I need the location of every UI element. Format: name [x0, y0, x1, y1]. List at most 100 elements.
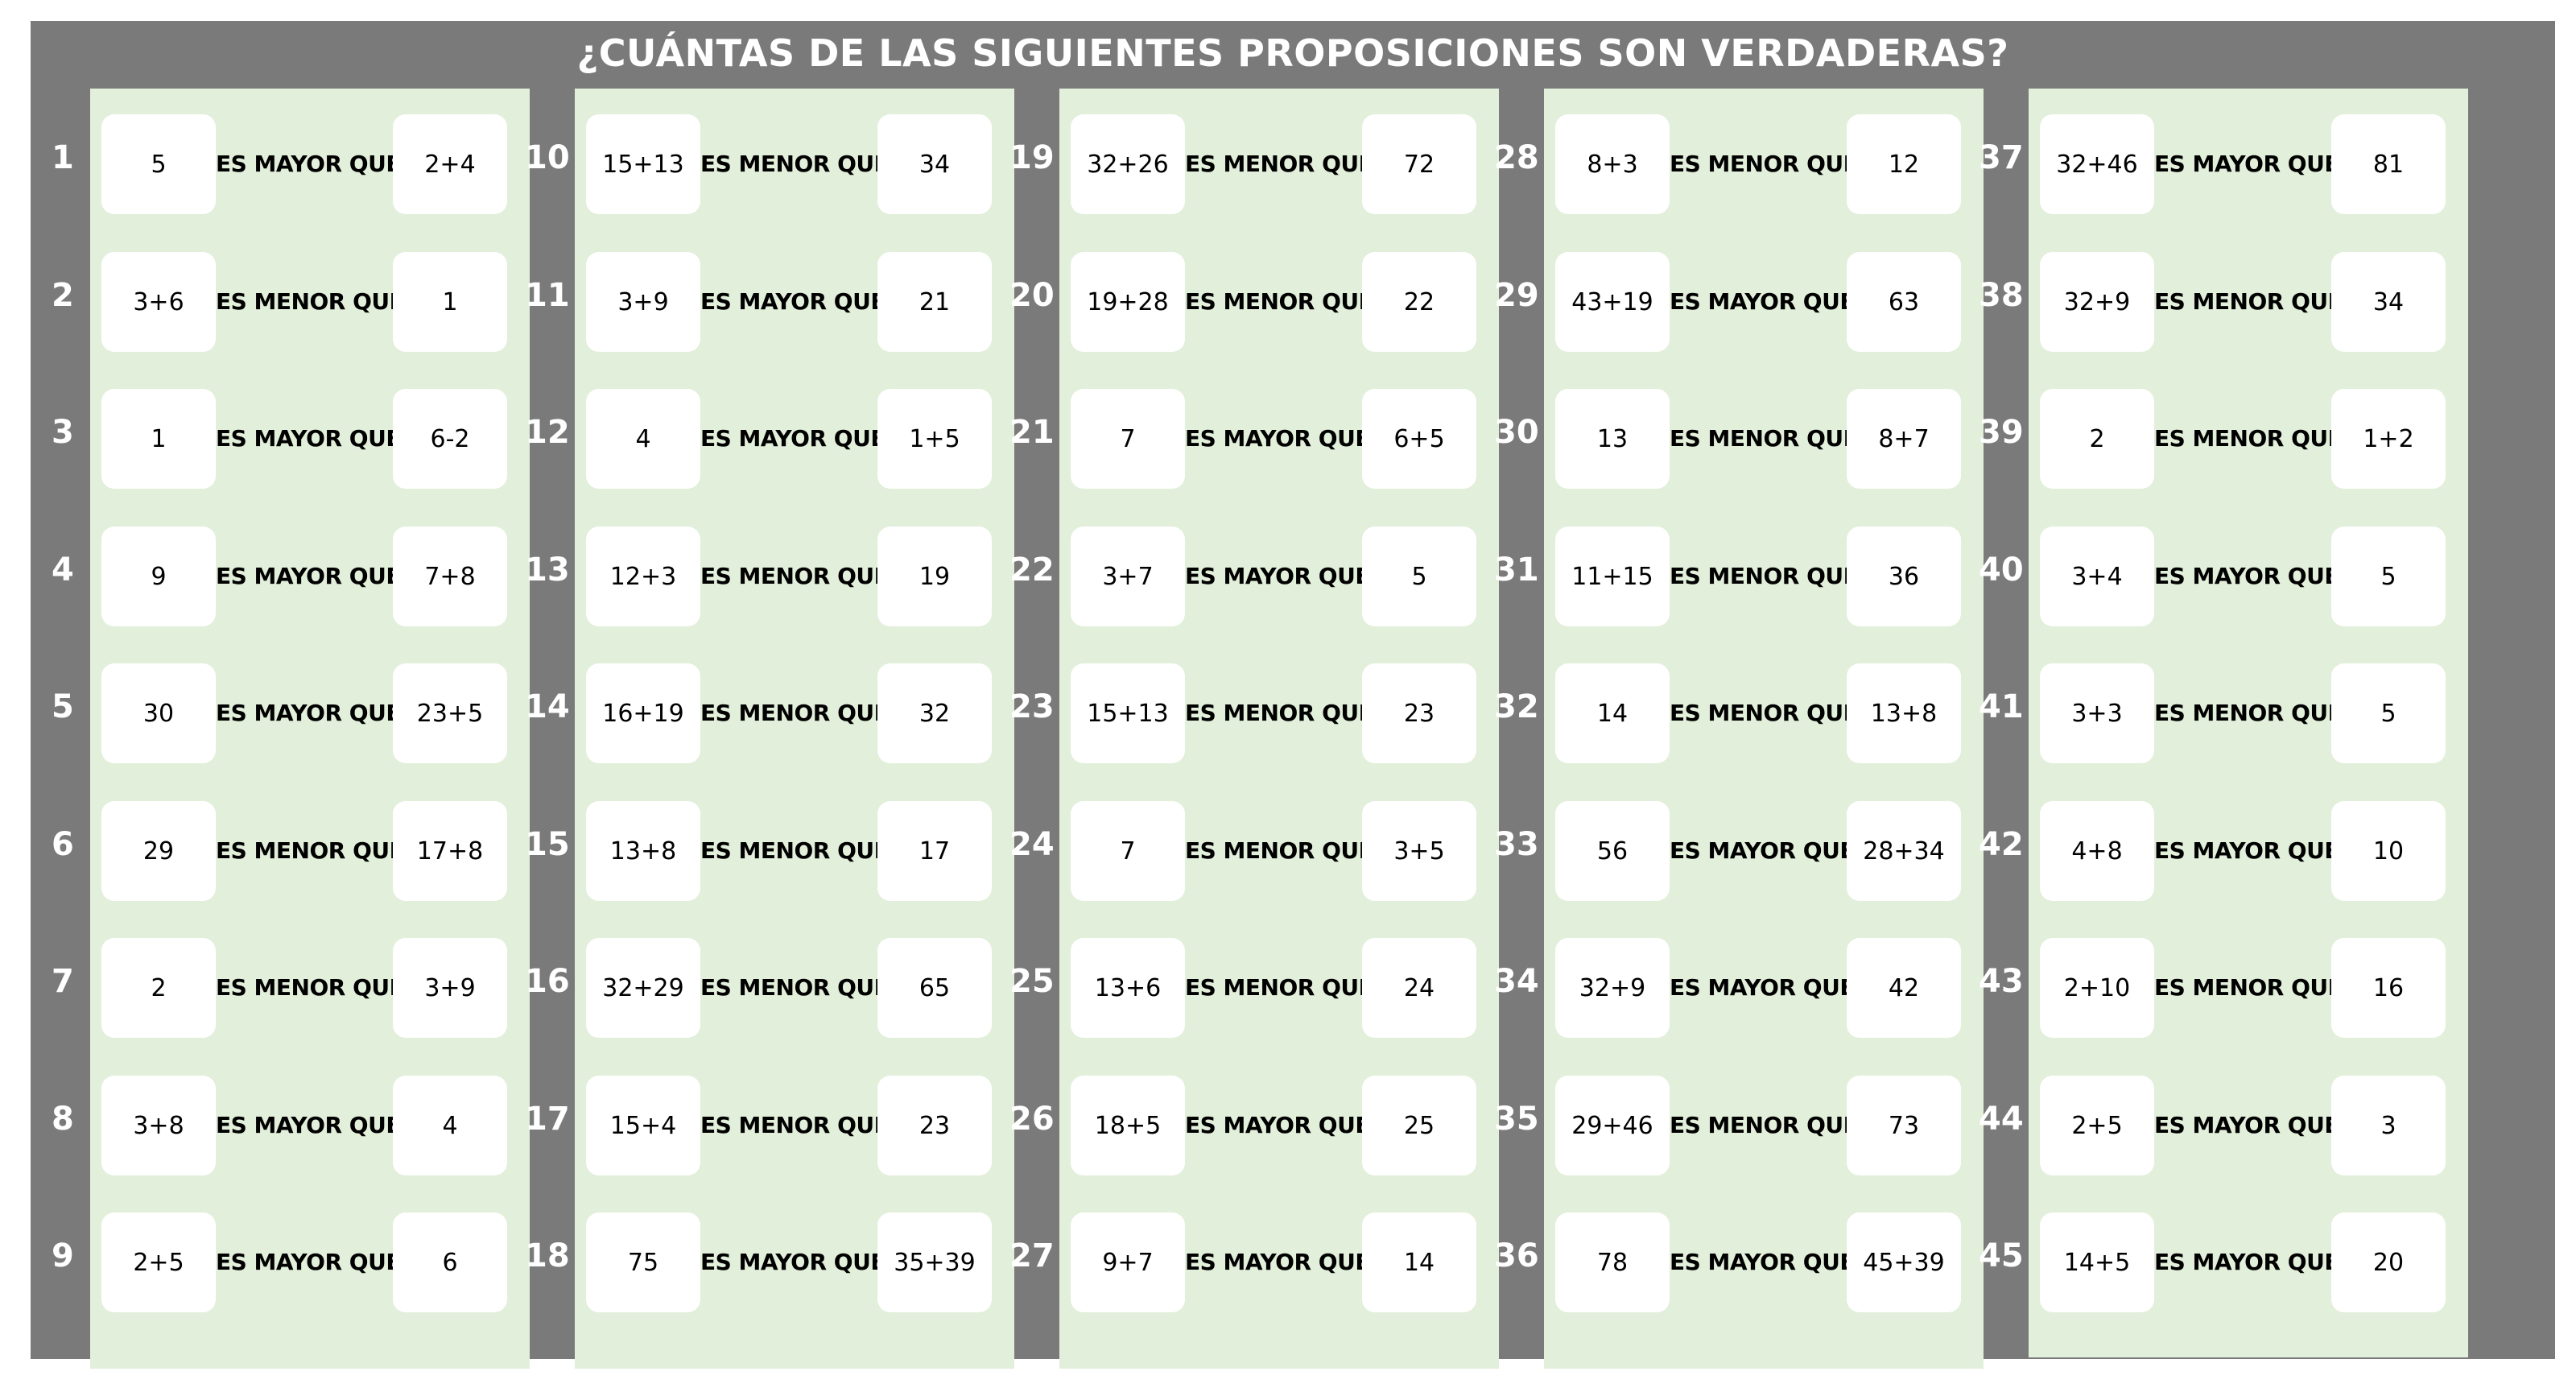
- right-expression: 34: [2331, 252, 2446, 352]
- left-expression: 2+5: [101, 1212, 216, 1312]
- right-expression: 7+8: [393, 527, 507, 626]
- left-expression: 56: [1555, 801, 1670, 901]
- relation-label: ES MENOR QUE: [2154, 288, 2343, 315]
- right-expression: 5: [2331, 663, 2446, 763]
- relation-label: ES MAYOR QUE: [2154, 151, 2339, 177]
- relation-label: ES MAYOR QUE: [700, 1249, 886, 1275]
- proposition-number: 15: [525, 826, 570, 863]
- proposition-number: 37: [1979, 139, 2024, 176]
- proposition-number: 21: [1009, 414, 1055, 451]
- right-expression: 12: [1847, 114, 1961, 214]
- right-expression: 24: [1362, 938, 1476, 1038]
- left-expression: 3+3: [2040, 663, 2154, 763]
- relation-label: ES MAYOR QUE: [700, 425, 886, 452]
- left-expression: 4: [586, 389, 700, 489]
- left-expression: 32+46: [2040, 114, 2154, 214]
- left-expression: 11+15: [1555, 527, 1670, 626]
- right-expression: 1: [393, 252, 507, 352]
- relation-label: ES MAYOR QUE: [216, 151, 401, 177]
- proposition-number: 17: [525, 1101, 570, 1138]
- relation-label: ES MENOR QUE: [700, 1112, 890, 1138]
- left-expression: 13+6: [1071, 938, 1185, 1038]
- left-expression: 2+10: [2040, 938, 2154, 1038]
- proposition-number: 44: [1979, 1101, 2024, 1138]
- relation-label: ES MAYOR QUE: [216, 700, 401, 726]
- left-expression: 4+8: [2040, 801, 2154, 901]
- left-expression: 3+4: [2040, 527, 2154, 626]
- relation-label: ES MAYOR QUE: [2154, 1249, 2339, 1275]
- proposition-number: 41: [1979, 688, 2024, 725]
- right-expression: 6-2: [393, 389, 507, 489]
- left-expression: 1: [101, 389, 216, 489]
- proposition-number: 38: [1979, 277, 2024, 314]
- left-expression: 5: [101, 114, 216, 214]
- right-expression: 3: [2331, 1076, 2446, 1175]
- proposition-number: 34: [1494, 963, 1539, 1000]
- relation-label: ES MENOR QUE: [700, 837, 890, 864]
- left-expression: 2: [2040, 389, 2154, 489]
- proposition-number: 16: [525, 963, 570, 1000]
- relation-label: ES MAYOR QUE: [1185, 425, 1370, 452]
- left-expression: 13+8: [586, 801, 700, 901]
- relation-label: ES MAYOR QUE: [1185, 1249, 1370, 1275]
- left-expression: 29: [101, 801, 216, 901]
- left-expression: 32+9: [2040, 252, 2154, 352]
- right-expression: 63: [1847, 252, 1961, 352]
- left-expression: 7: [1071, 801, 1185, 901]
- right-expression: 10: [2331, 801, 2446, 901]
- left-expression: 8+3: [1555, 114, 1670, 214]
- relation-label: ES MENOR QUE: [1185, 151, 1374, 177]
- right-expression: 65: [877, 938, 992, 1038]
- relation-label: ES MENOR QUE: [1185, 974, 1374, 1001]
- relation-label: ES MAYOR QUE: [216, 1112, 401, 1138]
- right-expression: 35+39: [877, 1212, 992, 1312]
- relation-label: ES MAYOR QUE: [2154, 837, 2339, 864]
- proposition-number: 30: [1494, 414, 1539, 451]
- proposition-number: 33: [1494, 826, 1539, 863]
- right-expression: 21: [877, 252, 992, 352]
- proposition-number: 7: [52, 963, 74, 1000]
- left-expression: 2+5: [2040, 1076, 2154, 1175]
- left-expression: 15+13: [1071, 663, 1185, 763]
- left-expression: 29+46: [1555, 1076, 1670, 1175]
- proposition-number: 6: [52, 826, 74, 863]
- left-expression: 14+5: [2040, 1212, 2154, 1312]
- proposition-number: 4: [52, 551, 74, 589]
- right-expression: 2+4: [393, 114, 507, 214]
- relation-label: ES MENOR QUE: [2154, 425, 2343, 452]
- left-expression: 12+3: [586, 527, 700, 626]
- right-expression: 4: [393, 1076, 507, 1175]
- right-expression: 3+5: [1362, 801, 1476, 901]
- relation-label: ES MAYOR QUE: [216, 1249, 401, 1275]
- proposition-number: 24: [1009, 826, 1055, 863]
- proposition-number: 23: [1009, 688, 1055, 725]
- right-expression: 5: [1362, 527, 1476, 626]
- proposition-number: 32: [1494, 688, 1539, 725]
- proposition-number: 40: [1979, 551, 2024, 589]
- right-expression: 14: [1362, 1212, 1476, 1312]
- proposition-number: 26: [1009, 1101, 1055, 1138]
- proposition-number: 14: [525, 688, 570, 725]
- right-expression: 45+39: [1847, 1212, 1961, 1312]
- proposition-number: 19: [1009, 139, 1055, 176]
- relation-label: ES MENOR QUE: [700, 700, 890, 726]
- relation-label: ES MENOR QUE: [1670, 151, 1859, 177]
- left-expression: 18+5: [1071, 1076, 1185, 1175]
- relation-label: ES MENOR QUE: [216, 974, 405, 1001]
- right-expression: 34: [877, 114, 992, 214]
- left-expression: 7: [1071, 389, 1185, 489]
- relation-label: ES MAYOR QUE: [1185, 1112, 1370, 1138]
- proposition-number: 11: [525, 277, 570, 314]
- right-expression: 5: [2331, 527, 2446, 626]
- proposition-number: 5: [52, 688, 74, 725]
- relation-label: ES MAYOR QUE: [216, 425, 401, 452]
- proposition-number: 35: [1494, 1101, 1539, 1138]
- left-expression: 3+8: [101, 1076, 216, 1175]
- proposition-number: 18: [525, 1237, 570, 1274]
- left-expression: 75: [586, 1212, 700, 1312]
- left-expression: 32+29: [586, 938, 700, 1038]
- left-expression: 3+7: [1071, 527, 1185, 626]
- relation-label: ES MENOR QUE: [1185, 288, 1374, 315]
- right-expression: 72: [1362, 114, 1476, 214]
- worksheet-title: ¿CUÁNTAS DE LAS SIGUIENTES PROPOSICIONES…: [576, 31, 2009, 75]
